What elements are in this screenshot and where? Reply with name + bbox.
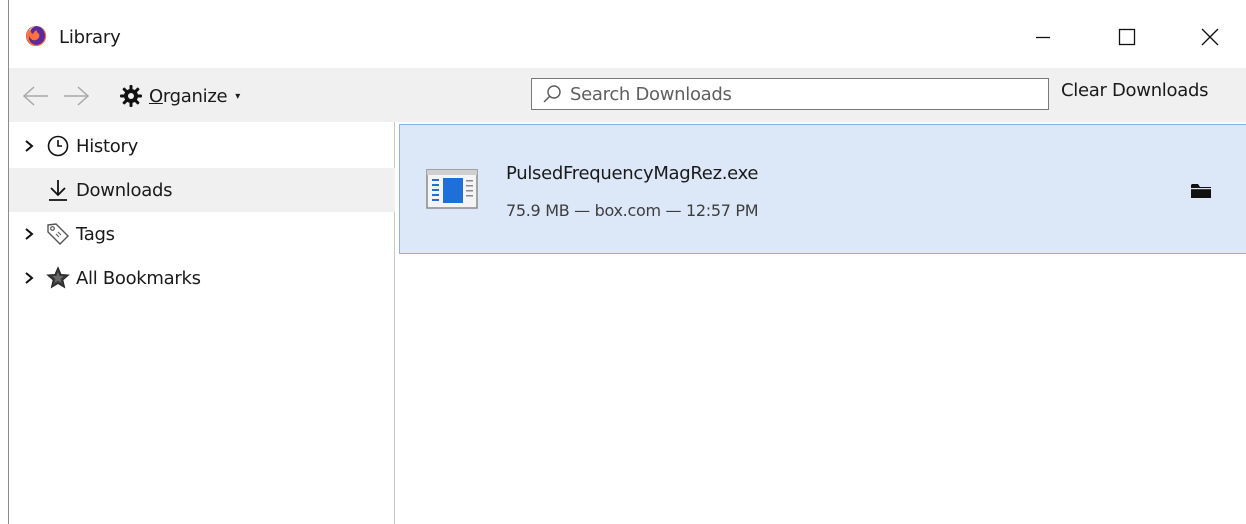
sidebar-tree: History Downloads Tags All Bookmarks	[9, 122, 395, 524]
window-title: Library	[59, 27, 121, 48]
library-window: Library Organize ▾ Search Downloads Clea…	[8, 0, 1246, 524]
sidebar-item-history[interactable]: History	[9, 124, 395, 168]
download-item[interactable]: PulsedFrequencyMagRez.exe 75.9 MB — box.…	[399, 124, 1246, 254]
minimize-button[interactable]	[1019, 14, 1067, 60]
organize-label: Organize	[149, 85, 228, 107]
back-button[interactable]	[21, 84, 51, 108]
maximize-icon	[1118, 28, 1136, 46]
star-icon	[46, 266, 70, 290]
show-in-folder-button[interactable]	[1188, 180, 1214, 202]
search-downloads-input[interactable]	[570, 83, 1010, 105]
forward-arrow-icon	[64, 86, 90, 106]
close-icon	[1201, 28, 1219, 46]
chevron-right-icon[interactable]	[24, 228, 46, 240]
sidebar-item-downloads[interactable]: Downloads	[9, 168, 395, 212]
title-bar[interactable]: Library	[9, 0, 1246, 68]
chevron-right-icon[interactable]	[24, 272, 46, 284]
chevron-right-icon[interactable]	[24, 140, 46, 152]
download-meta: 75.9 MB — box.com — 12:57 PM	[506, 201, 759, 220]
sidebar-item-label: All Bookmarks	[76, 267, 201, 289]
dropdown-caret-icon: ▾	[235, 90, 240, 102]
tag-icon	[46, 222, 70, 246]
sidebar-item-all-bookmarks[interactable]: All Bookmarks	[9, 256, 395, 300]
download-filename: PulsedFrequencyMagRez.exe	[506, 163, 759, 184]
maximize-button[interactable]	[1103, 14, 1151, 60]
sidebar-item-tags[interactable]: Tags	[9, 212, 395, 256]
forward-button[interactable]	[61, 84, 91, 108]
clear-downloads-button[interactable]: Clear Downloads	[1061, 80, 1208, 101]
download-icon	[46, 178, 70, 202]
toolbar: Organize ▾ Clear Downloads	[9, 68, 1246, 122]
sidebar-item-label: Downloads	[76, 179, 173, 201]
downloads-list: PulsedFrequencyMagRez.exe 75.9 MB — box.…	[395, 122, 1246, 524]
clock-icon	[46, 134, 70, 158]
search-icon	[543, 85, 561, 103]
minimize-icon	[1036, 36, 1050, 39]
search-box[interactable]	[531, 78, 1049, 110]
sidebar-item-label: History	[76, 135, 138, 157]
folder-icon	[1191, 184, 1211, 198]
close-button[interactable]	[1186, 14, 1234, 60]
sidebar-item-label: Tags	[76, 223, 115, 245]
organize-menu-button[interactable]: Organize ▾	[119, 81, 240, 111]
back-arrow-icon	[22, 86, 48, 106]
executable-file-icon	[426, 169, 478, 209]
gear-icon	[120, 85, 142, 107]
firefox-logo-icon	[26, 25, 47, 46]
